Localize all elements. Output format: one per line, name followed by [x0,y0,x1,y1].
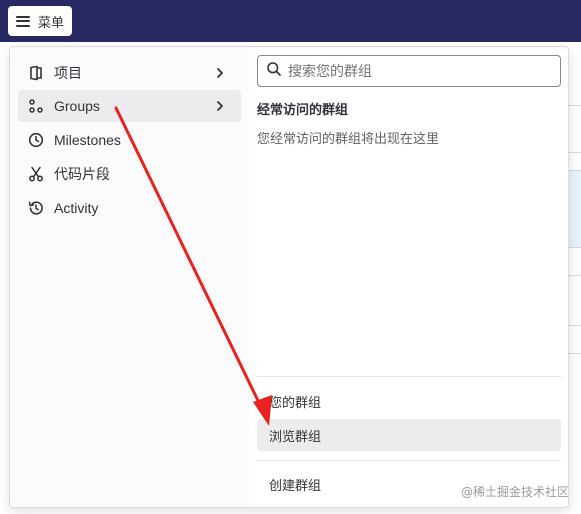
divider [257,376,561,377]
nav-item-snippets[interactable]: 代码片段 [18,158,241,190]
nav-item-label: 代码片段 [54,166,110,182]
nav-item-label: Groups [54,98,100,114]
watermark: @稀土掘金技术社区 [460,485,569,499]
project-icon [28,65,44,81]
chevron-right-icon [213,99,227,113]
top-navbar: 菜单 [0,0,581,42]
nav-item-label: Milestones [54,132,121,148]
main-menu-dropdown: 项目 Groups Milestones 代码片段 Activity 搜索您的群… [9,46,569,508]
your-groups-link[interactable]: 您的群组 [257,385,561,417]
nav-item-label: Activity [54,200,99,216]
groups-icon [28,98,44,114]
search-input[interactable] [288,63,548,79]
explore-groups-link[interactable]: 浏览群组 [257,419,561,451]
group-search-box[interactable] [257,55,561,87]
background-divider [568,105,581,106]
hamburger-icon [16,15,30,27]
nav-item-label: 项目 [54,65,82,81]
background-selected-row [568,170,581,248]
divider [257,460,561,461]
menu-button[interactable]: 菜单 [8,6,72,36]
frequent-groups-empty-text: 您经常访问的群组将出现在这里 [257,131,440,146]
background-divider [568,325,581,326]
menu-sections: 项目 Groups Milestones 代码片段 Activity [10,47,249,507]
history-icon [28,200,44,216]
background-page [568,42,581,514]
background-divider [568,275,581,276]
scissors-icon [28,166,44,182]
groups-panel: 经常访问的群组 您经常访问的群组将出现在这里 您的群组 浏览群组 创建群组 [249,47,568,507]
nav-item-activity[interactable]: Activity [18,192,241,224]
chevron-right-icon [213,66,227,80]
clock-icon [28,132,44,148]
background-divider [568,152,581,153]
nav-item-milestones[interactable]: Milestones [18,124,241,156]
nav-item-groups[interactable]: Groups [18,90,241,122]
search-icon [266,61,282,82]
frequent-groups-title: 经常访问的群组 [257,102,349,117]
background-divider [568,353,581,354]
menu-button-label: 菜单 [38,14,65,30]
nav-item-projects[interactable]: 项目 [18,57,241,89]
